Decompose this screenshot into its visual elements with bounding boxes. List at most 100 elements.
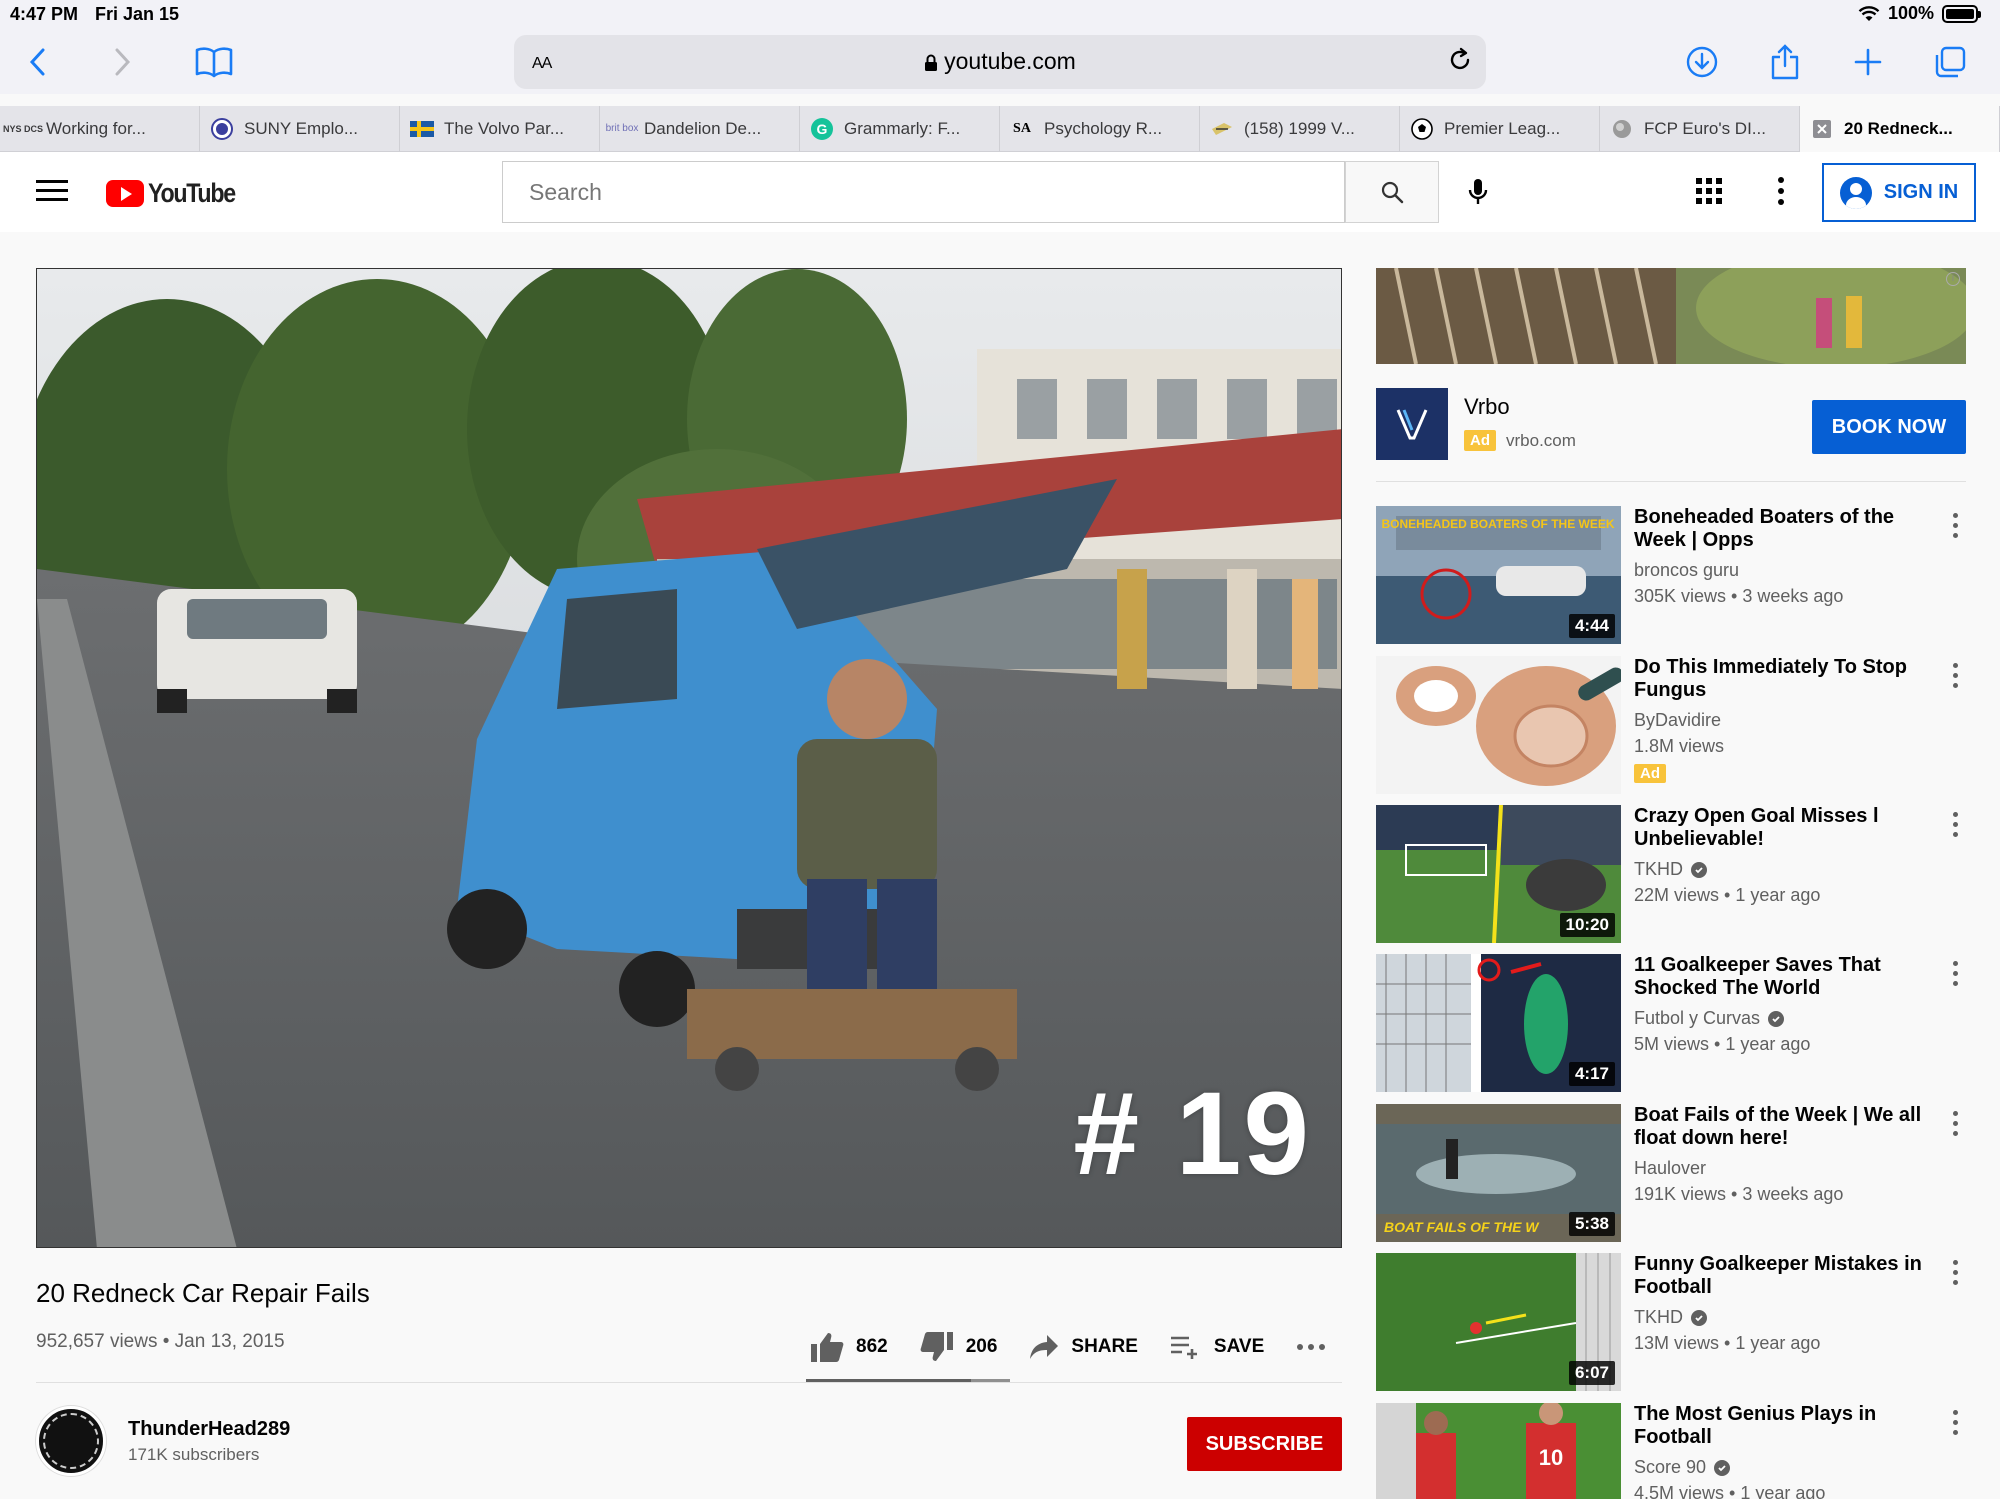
tab-working-for[interactable]: NYS DCS Working for...: [0, 106, 200, 152]
related-video[interactable]: BOAT FAILS OF THE W 5:38 Boat Fails of t…: [1376, 1104, 1976, 1242]
video-player[interactable]: # 19: [36, 268, 1342, 1248]
thumb-caption: BONEHEADED BOATERS OF THE WEEK: [1381, 517, 1614, 531]
close-tab-icon[interactable]: [1810, 117, 1834, 141]
ad-banner-image[interactable]: [1376, 268, 1966, 364]
back-icon[interactable]: [16, 40, 60, 84]
thumb-caption: 10: [1539, 1445, 1563, 1470]
apps-grid-icon[interactable]: [1696, 178, 1722, 209]
related-more-icon[interactable]: [1944, 1257, 1966, 1287]
new-tab-icon[interactable]: [1846, 40, 1890, 84]
bird-icon: [1210, 117, 1234, 141]
more-actions-button[interactable]: [1296, 1343, 1326, 1351]
related-video[interactable]: BONEHEADED BOATERS OF THE WEEK 4:44 Bone…: [1376, 506, 1976, 644]
related-more-icon[interactable]: [1944, 958, 1966, 988]
youtube-logo[interactable]: YouTube: [106, 178, 249, 209]
search-input[interactable]: [503, 162, 1344, 222]
video-duration: 6:07: [1568, 1361, 1615, 1385]
like-count: 862: [856, 1336, 888, 1357]
tab-label: FCP Euro's DI...: [1644, 119, 1766, 138]
like-button[interactable]: 862: [810, 1331, 888, 1363]
related-thumbnail[interactable]: BOAT FAILS OF THE W 5:38: [1376, 1104, 1621, 1242]
ad-badge: Ad: [1464, 430, 1496, 451]
related-channel: Score 90: [1634, 1457, 1731, 1478]
download-icon[interactable]: [1680, 40, 1724, 84]
ad-tagline: Ad vrbo.com: [1464, 430, 1576, 451]
tab-label: (158) 1999 V...: [1244, 119, 1355, 138]
forward-icon[interactable]: [100, 40, 144, 84]
channel-name[interactable]: ThunderHead289: [128, 1418, 290, 1441]
related-thumbnail[interactable]: 10:20: [1376, 805, 1621, 943]
microphone-icon[interactable]: [1458, 172, 1498, 212]
settings-more-icon[interactable]: [1776, 176, 1786, 211]
tab-fcp-euro[interactable]: FCP Euro's DI...: [1600, 106, 1800, 152]
tabs-overview-icon[interactable]: [1928, 40, 1972, 84]
share-icon[interactable]: [1763, 40, 1807, 84]
related-video[interactable]: 4:17 11 Goalkeeper Saves That Shocked Th…: [1376, 954, 1976, 1092]
related-more-icon[interactable]: [1944, 1407, 1966, 1437]
related-more-icon[interactable]: [1944, 1108, 1966, 1138]
related-channel-name: broncos guru: [1634, 560, 1740, 580]
ad-info-icon[interactable]: i: [1946, 272, 1960, 286]
save-button[interactable]: SAVE: [1170, 1335, 1264, 1359]
related-thumbnail[interactable]: 4:17: [1376, 954, 1621, 1092]
video-duration: 4:44: [1568, 614, 1615, 638]
address-bar[interactable]: AA youtube.com: [514, 35, 1486, 89]
sign-in-label: SIGN IN: [1883, 181, 1959, 203]
tab-premier-league[interactable]: Premier Leag...: [1400, 106, 1600, 152]
subscribe-button[interactable]: SUBSCRIBE: [1187, 1417, 1342, 1471]
related-title: 11 Goalkeeper Saves That Shocked The Wor…: [1634, 954, 1881, 999]
related-more-icon[interactable]: [1944, 510, 1966, 540]
related-more-icon[interactable]: [1944, 809, 1966, 839]
tab-psychology[interactable]: SA Psychology R...: [1000, 106, 1200, 152]
related-meta: 22M views • 1 year ago: [1634, 885, 1821, 905]
status-date: Fri Jan 15: [95, 4, 180, 24]
tab-redneck-active[interactable]: 20 Redneck...: [1800, 106, 2000, 152]
battery-icon: [1942, 4, 1981, 23]
related-more-icon[interactable]: [1944, 660, 1966, 690]
related-video[interactable]: 6:07 Funny Goalkeeper Mistakes in Footba…: [1376, 1253, 1976, 1391]
related-thumbnail[interactable]: 10: [1376, 1403, 1621, 1499]
reload-icon[interactable]: [1446, 46, 1474, 79]
related-channel-name: Haulover: [1634, 1158, 1707, 1178]
related-meta: 191K views • 3 weeks ago: [1634, 1184, 1844, 1204]
bookmarks-icon[interactable]: [192, 40, 236, 84]
book-now-button[interactable]: BOOK NOW: [1812, 400, 1966, 454]
fcp-euro-icon: [1610, 117, 1634, 141]
channel-subscribers: 171K subscribers: [128, 1445, 260, 1464]
like-ratio-fill: [806, 1379, 971, 1382]
related-thumbnail[interactable]: 6:07: [1376, 1253, 1621, 1391]
verified-icon: [1768, 1010, 1785, 1027]
tab-1999[interactable]: (158) 1999 V...: [1200, 106, 1400, 152]
related-video[interactable]: Do This Immediately To Stop Fungus ByDav…: [1376, 656, 1976, 794]
tab-volvo[interactable]: The Volvo Par...: [400, 106, 600, 152]
url-host[interactable]: youtube.com: [514, 48, 1486, 75]
related-video[interactable]: 10:20 Crazy Open Goal Misses l Unbelieva…: [1376, 805, 1976, 943]
tab-suny[interactable]: SUNY Emplo...: [200, 106, 400, 152]
sign-in-button[interactable]: SIGN IN: [1822, 163, 1976, 222]
related-meta: 1.8M views: [1634, 736, 1725, 756]
related-channel: broncos guru: [1634, 560, 1739, 581]
related-video[interactable]: 10 The Most Genius Plays in Football Sco…: [1376, 1403, 1976, 1499]
related-channel: Futbol y Curvas: [1634, 1008, 1785, 1029]
tab-grammarly[interactable]: G Grammarly: F...: [800, 106, 1000, 152]
thumb-caption: BOAT FAILS OF THE W: [1384, 1219, 1540, 1235]
dislike-button[interactable]: 206: [920, 1331, 997, 1363]
tab-label: Psychology R...: [1044, 119, 1163, 138]
related-meta: 4.5M views • 1 year ago: [1634, 1483, 1826, 1499]
like-ratio-bar: [806, 1379, 1010, 1382]
related-title: Boat Fails of the Week | We all float do…: [1634, 1104, 1922, 1149]
related-title: Boneheaded Boaters of the Week | Opps: [1634, 506, 1895, 551]
swedish-flag-icon: [410, 117, 434, 141]
related-thumbnail[interactable]: [1376, 656, 1621, 794]
youtube-play-icon: [106, 180, 144, 207]
related-channel: Haulover: [1634, 1158, 1706, 1179]
share-label: SHARE: [1071, 1336, 1138, 1357]
share-button[interactable]: SHARE: [1029, 1334, 1138, 1360]
video-views-date: 952,657 views • Jan 13, 2015: [36, 1331, 285, 1352]
channel-avatar[interactable]: [36, 1406, 106, 1476]
tab-dandelion[interactable]: brit box Dandelion De...: [600, 106, 800, 152]
related-thumbnail[interactable]: BONEHEADED BOATERS OF THE WEEK 4:44: [1376, 506, 1621, 644]
menu-icon[interactable]: [36, 180, 68, 204]
search-button[interactable]: [1345, 161, 1439, 223]
ad-domain: vrbo.com: [1506, 430, 1576, 450]
